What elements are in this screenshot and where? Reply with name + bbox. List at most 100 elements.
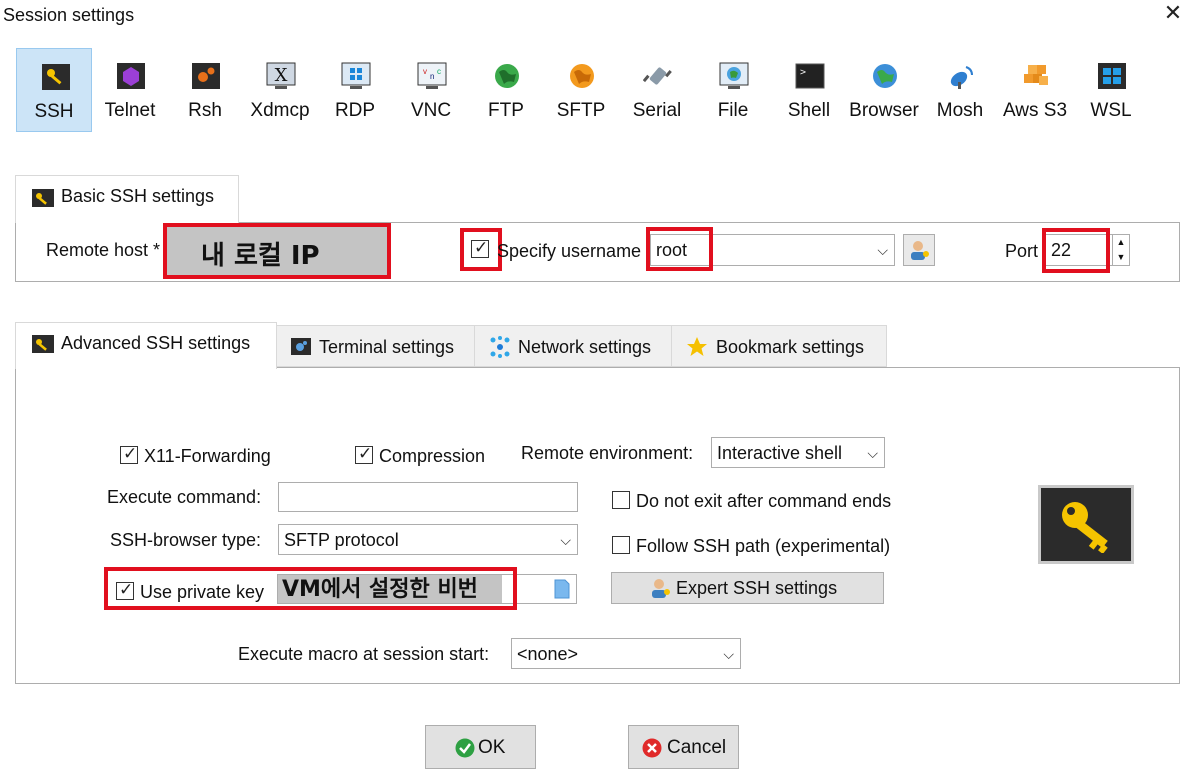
tab-bookmark-settings[interactable]: Bookmark settings bbox=[671, 325, 887, 367]
rsh-icon bbox=[192, 63, 220, 89]
protocol-label: File bbox=[717, 100, 749, 121]
protocol-label: Xdmcp bbox=[250, 100, 310, 121]
cancel-x-circle-icon bbox=[642, 738, 662, 758]
protocol-label: RDP bbox=[334, 100, 376, 121]
check-circle-icon bbox=[455, 738, 475, 758]
protocol-label: Mosh bbox=[936, 100, 984, 121]
sftp-globe-icon bbox=[570, 64, 594, 88]
protocol-ssh[interactable]: SSH bbox=[16, 48, 92, 132]
remote-environment-select[interactable]: Interactive shell ⌵ bbox=[711, 437, 885, 468]
file-browse-icon[interactable] bbox=[554, 579, 570, 599]
window-title: Session settings bbox=[3, 5, 135, 25]
key-icon bbox=[32, 189, 54, 207]
chevron-down-icon: ⌵ bbox=[867, 445, 878, 461]
user-key-icon bbox=[911, 241, 929, 260]
x11-forwarding-checkbox[interactable]: ✓ bbox=[120, 444, 138, 464]
telnet-icon bbox=[117, 63, 145, 89]
file-icon bbox=[719, 62, 749, 89]
protocol-rdp[interactable]: RDP bbox=[317, 48, 393, 132]
ssh-browser-type-label: SSH-browser type: bbox=[110, 530, 262, 550]
protocol-file[interactable]: File bbox=[695, 48, 771, 132]
specify-username-label: Specify username bbox=[497, 241, 642, 261]
expert-ssh-settings-label: Expert SSH settings bbox=[676, 578, 838, 598]
tab-network-settings[interactable]: Network settings bbox=[474, 325, 672, 367]
follow-ssh-path-checkbox[interactable] bbox=[612, 536, 630, 554]
protocol-ftp[interactable]: FTP bbox=[468, 48, 544, 132]
protocol-mosh[interactable]: Mosh bbox=[922, 48, 998, 132]
star-icon bbox=[687, 337, 707, 356]
protocol-label: Telnet bbox=[104, 100, 156, 121]
protocol-telnet[interactable]: Telnet bbox=[92, 48, 168, 132]
follow-ssh-path-label: Follow SSH path (experimental) bbox=[636, 536, 891, 556]
user-key-icon bbox=[652, 579, 670, 598]
protocol-vnc[interactable]: vnc VNC bbox=[393, 48, 469, 132]
tab-label: Basic SSH settings bbox=[61, 186, 215, 206]
cancel-button[interactable]: Cancel bbox=[628, 725, 739, 769]
tab-label: Advanced SSH settings bbox=[61, 333, 251, 353]
protocol-sftp[interactable]: SFTP bbox=[543, 48, 619, 132]
shell-terminal-icon: > bbox=[795, 63, 825, 89]
protocol-rsh[interactable]: Rsh bbox=[167, 48, 243, 132]
user-credentials-button[interactable] bbox=[903, 234, 935, 266]
protocol-label: WSL bbox=[1090, 100, 1132, 121]
expert-ssh-settings-button[interactable]: Expert SSH settings bbox=[611, 572, 884, 604]
remote-host-label: Remote host * bbox=[46, 240, 161, 260]
protocol-serial[interactable]: Serial bbox=[619, 48, 695, 132]
tab-label: Network settings bbox=[518, 337, 652, 357]
svg-text:X: X bbox=[275, 65, 288, 86]
cancel-label: Cancel bbox=[667, 737, 727, 758]
tab-advanced-ssh-settings[interactable]: Advanced SSH settings bbox=[15, 322, 277, 369]
execute-macro-value: <none> bbox=[517, 644, 579, 664]
key-icon bbox=[32, 335, 54, 353]
protocol-label: Serial bbox=[632, 100, 682, 121]
ssh-key-large-icon bbox=[1038, 485, 1134, 564]
protocol-xdmcp[interactable]: X Xdmcp bbox=[242, 48, 318, 132]
protocol-label: Browser bbox=[849, 100, 919, 121]
execute-command-label: Execute command: bbox=[107, 487, 262, 507]
svg-text:v: v bbox=[423, 67, 427, 76]
ssh-key-icon bbox=[42, 64, 70, 90]
xdmcp-icon: X bbox=[266, 62, 296, 89]
do-not-exit-checkbox[interactable] bbox=[612, 491, 630, 509]
highlight-port bbox=[1042, 228, 1110, 273]
x11-forwarding-label: X11-Forwarding bbox=[144, 446, 271, 466]
protocol-aws-s3[interactable]: Aws S3 bbox=[997, 48, 1073, 132]
svg-text:c: c bbox=[437, 67, 441, 76]
execute-macro-label: Execute macro at session start: bbox=[238, 644, 490, 664]
advanced-settings-panel bbox=[15, 367, 1180, 684]
execute-command-input[interactable] bbox=[278, 482, 578, 512]
highlight-private-key bbox=[104, 567, 517, 610]
mosh-satellite-icon bbox=[950, 66, 973, 89]
close-icon[interactable]: ✕ bbox=[1162, 0, 1184, 26]
port-label: Port bbox=[1005, 241, 1039, 261]
serial-plug-icon bbox=[643, 67, 672, 85]
vnc-icon: vnc bbox=[417, 62, 447, 89]
rdp-icon bbox=[341, 62, 371, 89]
protocol-label: Shell bbox=[787, 100, 831, 121]
protocol-browser[interactable]: Browser bbox=[846, 48, 922, 132]
tab-label: Bookmark settings bbox=[716, 337, 865, 357]
port-spinner[interactable]: ▲ ▼ bbox=[1112, 234, 1130, 266]
compression-label: Compression bbox=[379, 446, 486, 466]
protocol-wsl[interactable]: WSL bbox=[1073, 48, 1149, 132]
svg-text:>: > bbox=[800, 67, 806, 78]
chevron-down-icon: ⌵ bbox=[560, 532, 571, 548]
protocol-label: FTP bbox=[488, 100, 524, 121]
highlight-username-checkbox bbox=[460, 228, 502, 271]
browser-globe-icon bbox=[873, 64, 897, 88]
tab-basic-ssh-settings[interactable]: Basic SSH settings bbox=[15, 175, 239, 223]
ssh-browser-type-value: SFTP protocol bbox=[284, 530, 399, 550]
execute-macro-select[interactable]: <none> ⌵ bbox=[511, 638, 741, 669]
tab-terminal-settings[interactable]: Terminal settings bbox=[276, 325, 475, 367]
wsl-windows-icon bbox=[1098, 63, 1126, 89]
compression-checkbox[interactable]: ✓ bbox=[355, 444, 373, 464]
do-not-exit-label: Do not exit after command ends bbox=[636, 491, 892, 511]
protocol-label: Aws S3 bbox=[1002, 100, 1068, 121]
terminal-gear-icon bbox=[291, 338, 311, 355]
protocol-shell[interactable]: > Shell bbox=[771, 48, 847, 132]
aws-s3-icon bbox=[1024, 65, 1048, 85]
ssh-browser-type-select[interactable]: SFTP protocol ⌵ bbox=[278, 524, 578, 555]
remote-environment-label: Remote environment: bbox=[521, 443, 694, 463]
ftp-globe-icon bbox=[495, 64, 519, 88]
ok-button[interactable]: OK bbox=[425, 725, 536, 769]
